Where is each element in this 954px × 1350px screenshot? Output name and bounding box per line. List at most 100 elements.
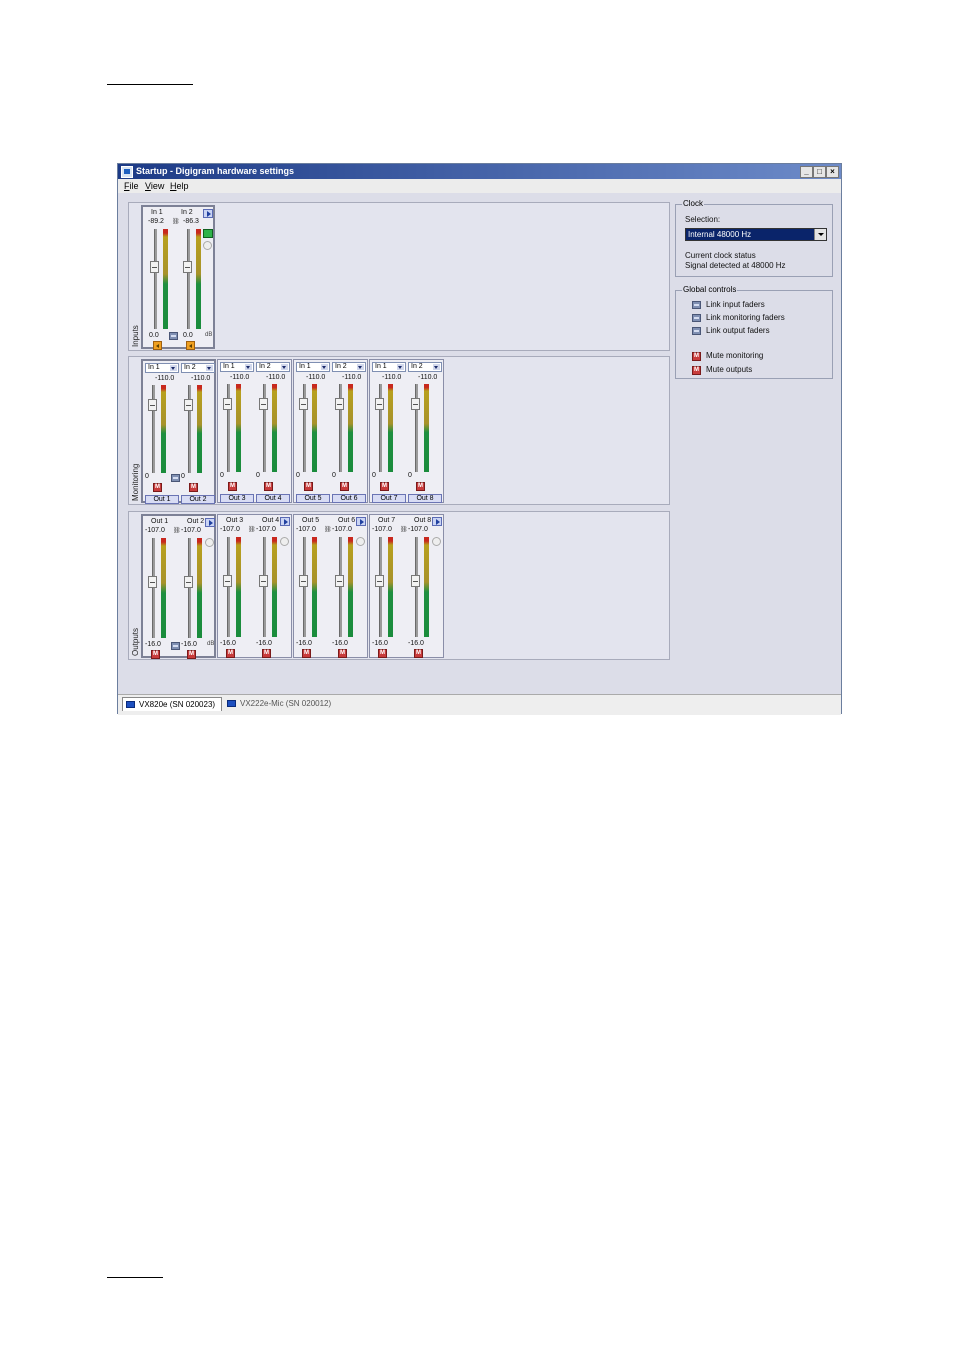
fader-knob[interactable] <box>184 576 193 588</box>
mute-outputs-icon[interactable]: M <box>692 366 701 375</box>
play-icon[interactable] <box>205 518 215 527</box>
fader-knob[interactable] <box>335 575 344 587</box>
monitoring-source-select[interactable]: In 1 <box>145 363 179 373</box>
chevron-down-icon[interactable] <box>397 364 404 370</box>
monitoring-source-select[interactable]: In 1 <box>372 362 406 372</box>
play-icon[interactable] <box>280 517 290 526</box>
monitoring-source-select[interactable]: In 1 <box>220 362 254 372</box>
link-icon[interactable] <box>171 474 180 482</box>
input-mute-icon[interactable] <box>186 341 195 350</box>
chevron-down-icon[interactable] <box>321 364 328 370</box>
fader-knob[interactable] <box>375 575 384 587</box>
mute-button[interactable]: M <box>189 483 198 492</box>
mute-button[interactable]: M <box>262 649 271 658</box>
mute-button[interactable]: M <box>228 482 237 491</box>
fader-track[interactable] <box>154 229 157 329</box>
minimize-button[interactable]: _ <box>800 166 813 178</box>
fader-knob[interactable] <box>184 399 193 411</box>
chevron-down-icon[interactable] <box>357 364 364 370</box>
chevron-down-icon[interactable] <box>281 364 288 370</box>
input-select-icon[interactable] <box>203 229 213 238</box>
monitoring-source-select[interactable]: In 2 <box>181 363 215 373</box>
link-input-faders-label[interactable]: Link input faders <box>706 300 765 309</box>
fader-knob[interactable] <box>150 261 159 273</box>
play-icon[interactable] <box>203 209 213 218</box>
fader-track[interactable] <box>263 537 266 637</box>
fader-knob[interactable] <box>335 398 344 410</box>
chevron-down-icon[interactable] <box>814 229 826 240</box>
mute-monitoring-icon[interactable]: M <box>692 352 701 361</box>
output-assign-button[interactable]: Out 4 <box>256 494 290 503</box>
fader-knob[interactable] <box>411 575 420 587</box>
fader-track[interactable] <box>187 229 190 329</box>
monitoring-source-select[interactable]: In 2 <box>332 362 366 372</box>
play-icon[interactable] <box>356 517 366 526</box>
fader-knob[interactable] <box>223 398 232 410</box>
fader-knob[interactable] <box>148 399 157 411</box>
output-assign-button[interactable]: Out 2 <box>181 495 215 504</box>
link-monitoring-faders-label[interactable]: Link monitoring faders <box>706 313 785 322</box>
fader-track[interactable] <box>152 538 155 638</box>
chevron-down-icon[interactable] <box>433 364 440 370</box>
mute-outputs-label[interactable]: Mute outputs <box>706 365 752 374</box>
mute-button[interactable]: M <box>187 650 196 659</box>
mute-button[interactable]: M <box>153 483 162 492</box>
mute-button[interactable]: M <box>338 649 347 658</box>
clock-selection-dropdown[interactable]: Internal 48000 Hz <box>685 228 827 241</box>
fader-track[interactable] <box>415 537 418 637</box>
menu-help[interactable]: Help <box>170 181 189 191</box>
link-icon[interactable] <box>169 332 178 340</box>
output-assign-button[interactable]: Out 6 <box>332 494 366 503</box>
monitoring-source-select[interactable]: In 1 <box>296 362 330 372</box>
mute-button[interactable]: M <box>340 482 349 491</box>
fader-knob[interactable] <box>183 261 192 273</box>
play-icon[interactable] <box>432 517 442 526</box>
fader-knob[interactable] <box>259 398 268 410</box>
output-assign-button[interactable]: Out 8 <box>408 494 442 503</box>
maximize-button[interactable]: □ <box>813 166 826 178</box>
fader-knob[interactable] <box>375 398 384 410</box>
menu-file[interactable]: File <box>124 181 139 191</box>
chevron-down-icon[interactable] <box>245 364 252 370</box>
chevron-down-icon[interactable] <box>206 365 213 371</box>
link-monitoring-faders-icon[interactable] <box>692 314 701 322</box>
fader-track[interactable] <box>379 537 382 637</box>
output-assign-button[interactable]: Out 7 <box>372 494 406 503</box>
link-icon[interactable] <box>171 642 180 650</box>
fader-knob[interactable] <box>299 575 308 587</box>
mute-button[interactable]: M <box>304 482 313 491</box>
chevron-down-icon[interactable] <box>170 365 177 371</box>
fader-knob[interactable] <box>148 576 157 588</box>
output-assign-button[interactable]: Out 1 <box>145 495 179 504</box>
menu-view[interactable]: View <box>145 181 164 191</box>
link-output-faders-icon[interactable] <box>692 327 701 335</box>
link-input-faders-icon[interactable] <box>692 301 701 309</box>
fader-track[interactable] <box>188 538 191 638</box>
mute-button[interactable]: M <box>414 649 423 658</box>
tab-vx820e[interactable]: VX820e (SN 020023) <box>122 697 222 711</box>
monitoring-source-select[interactable]: In 2 <box>408 362 442 372</box>
fader-knob[interactable] <box>411 398 420 410</box>
fader-track[interactable] <box>339 537 342 637</box>
close-button[interactable]: × <box>826 166 839 178</box>
title-bar[interactable]: Startup - Digigram hardware settings _ □… <box>118 164 841 179</box>
fader-track[interactable] <box>227 537 230 637</box>
monitoring-source-select[interactable]: In 2 <box>256 362 290 372</box>
mute-button[interactable]: M <box>264 482 273 491</box>
input-mute-icon[interactable] <box>153 341 162 350</box>
fader-knob[interactable] <box>223 575 232 587</box>
fader-knob[interactable] <box>259 575 268 587</box>
fader-track[interactable] <box>303 537 306 637</box>
fader-knob[interactable] <box>299 398 308 410</box>
mute-monitoring-label[interactable]: Mute monitoring <box>706 351 763 360</box>
mute-button[interactable]: M <box>151 650 160 659</box>
mute-button[interactable]: M <box>380 482 389 491</box>
mute-button[interactable]: M <box>378 649 387 658</box>
tab-vx222e-mic[interactable]: VX222e-Mic (SN 020012) <box>224 697 340 711</box>
mute-button[interactable]: M <box>302 649 311 658</box>
output-assign-button[interactable]: Out 3 <box>220 494 254 503</box>
mute-button[interactable]: M <box>226 649 235 658</box>
output-assign-button[interactable]: Out 5 <box>296 494 330 503</box>
mute-button[interactable]: M <box>416 482 425 491</box>
link-output-faders-label[interactable]: Link output faders <box>706 326 770 335</box>
